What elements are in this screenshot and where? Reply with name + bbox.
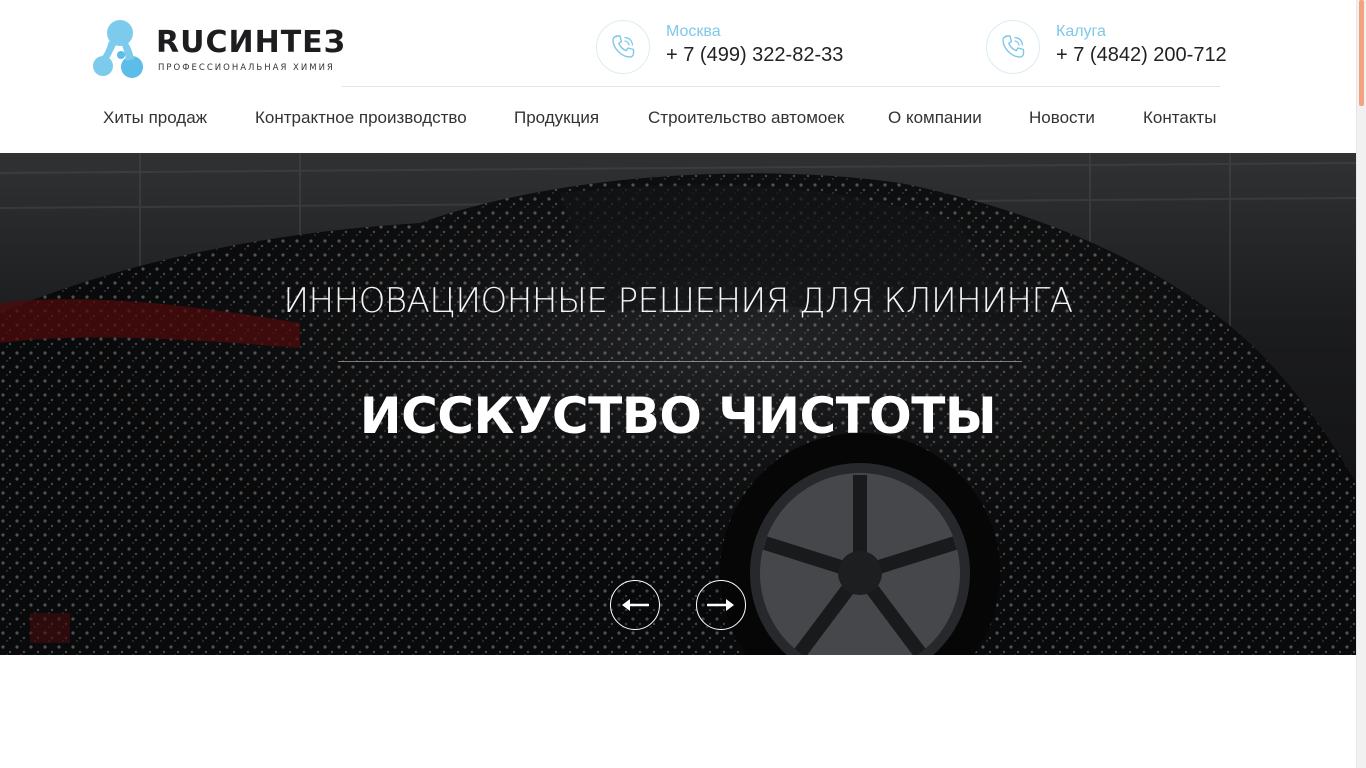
logo[interactable]: RUСИНТЕЗ ПРОФЕССИОНАЛЬНАЯ ХИМИЯ: [92, 19, 352, 81]
page-scrollbar[interactable]: [1356, 0, 1366, 768]
hero-divider: [338, 361, 1022, 362]
phone-icon: [596, 20, 650, 74]
hero-title: ИССКУСТВО ЧИСТОТЫ: [359, 387, 997, 445]
nav-item-contract-production[interactable]: Контрактное производство: [255, 108, 467, 128]
hero-slider: ИННОВАЦИОННЫЕ РЕШЕНИЯ ДЛЯ КЛИНИНГА ИССКУ…: [0, 153, 1356, 655]
brand-name: RUСИНТЕЗ: [156, 25, 346, 60]
arrow-left-icon: [622, 599, 649, 611]
hero-subtitle: ИННОВАЦИОННЫЕ РЕШЕНИЯ ДЛЯ КЛИНИНГА: [283, 281, 1073, 321]
slider-prev-button[interactable]: [610, 580, 660, 630]
nav-item-bestsellers[interactable]: Хиты продаж: [103, 108, 207, 128]
contact-phone[interactable]: + 7 (4842) 200-712: [1056, 44, 1227, 67]
nav-item-news[interactable]: Новости: [1029, 108, 1095, 128]
contact-city: Москва: [666, 23, 721, 40]
site-header: RUСИНТЕЗ ПРОФЕССИОНАЛЬНАЯ ХИМИЯ Москва +…: [0, 0, 1356, 153]
header-divider: [342, 86, 1220, 87]
phone-icon: [986, 20, 1040, 74]
brand-tagline: ПРОФЕССИОНАЛЬНАЯ ХИМИЯ: [158, 63, 335, 73]
contact-city: Калуга: [1056, 23, 1106, 40]
main-nav: Хиты продаж Контрактное производство Про…: [103, 108, 1223, 132]
nav-item-products[interactable]: Продукция: [514, 108, 599, 128]
nav-item-about[interactable]: О компании: [888, 108, 982, 128]
nav-item-contacts[interactable]: Контакты: [1143, 108, 1216, 128]
contact-phone[interactable]: + 7 (499) 322-82-33: [666, 44, 843, 67]
arrow-right-icon: [707, 599, 734, 611]
logo-icon: [93, 20, 143, 78]
slider-next-button[interactable]: [696, 580, 746, 630]
nav-item-carwash-construction[interactable]: Строительство автомоек: [648, 108, 844, 128]
scrollbar-thumb[interactable]: [1359, 0, 1364, 106]
